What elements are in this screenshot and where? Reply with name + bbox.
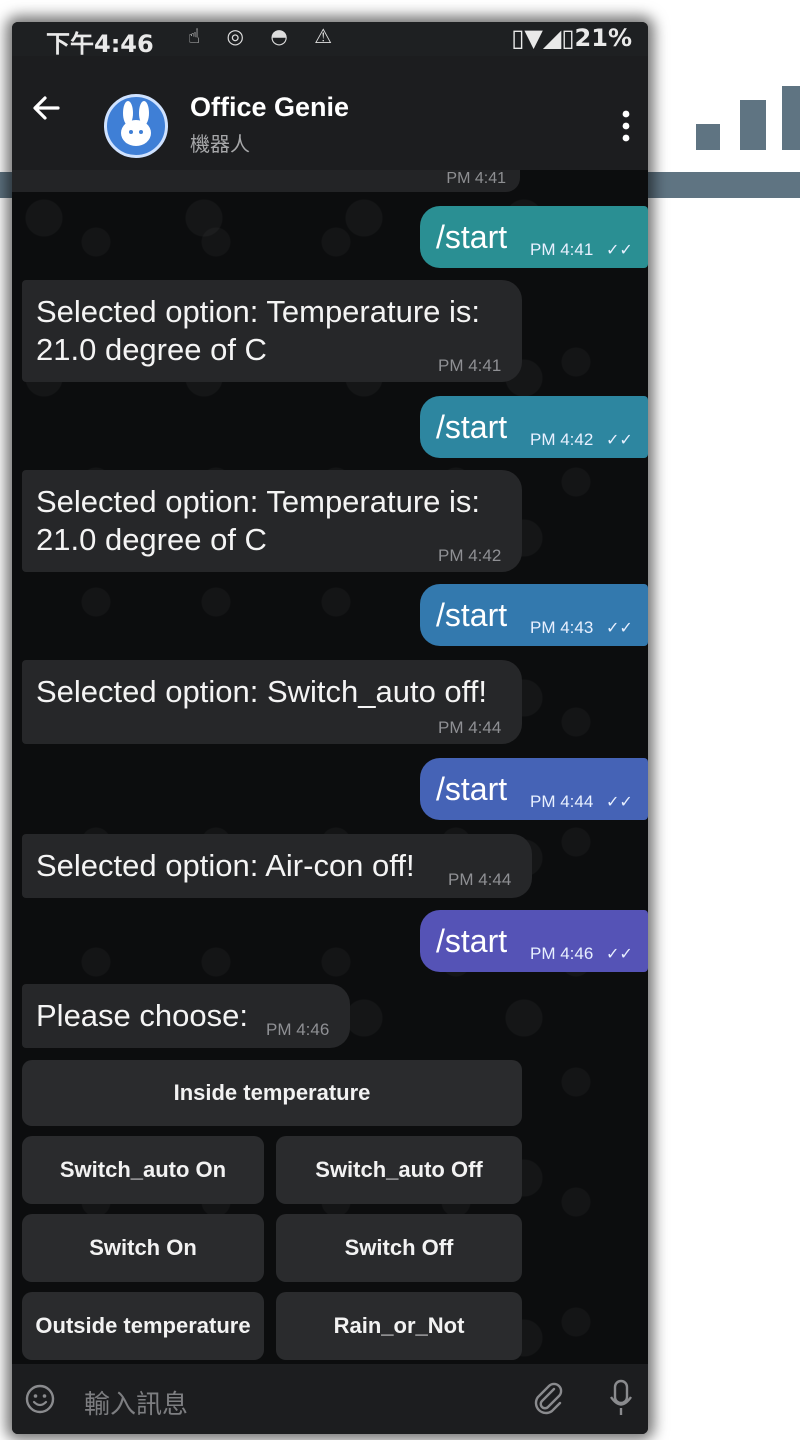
message-bubble-partial: PM 4:41 [12,170,520,192]
message-list[interactable]: PM 4:41 /start PM 4:41 ✓✓ Selected optio… [12,170,648,1364]
decorative-square [740,100,766,150]
message-time: PM 4:46 [530,944,594,963]
incoming-message[interactable]: Selected option: Switch_auto off! PM 4:4… [22,660,522,744]
battery-indicator: ▯▼◢▯21% [511,24,632,52]
message-time: PM 4:46 [266,1020,330,1039]
message-text: /start [436,771,508,807]
inline-button-outside-temperature[interactable]: Outside temperature [22,1292,264,1360]
message-text: /start [436,597,508,633]
outgoing-message[interactable]: /start PM 4:44 ✓✓ [420,758,648,820]
message-text-line: Selected option: Temperature is: [36,484,481,519]
status-time: 下午4:46 [46,30,154,58]
status-bar: 下午4:46 ☝ ◎ ◓ ⚠ ▯▼◢▯21% [12,22,648,58]
chat-title[interactable]: Office Genie [190,92,349,123]
back-arrow-icon[interactable] [30,92,62,124]
microphone-icon[interactable] [608,1378,634,1418]
message-text-line: 21.0 degree of C [36,332,267,367]
inline-button-switch-auto-on[interactable]: Switch_auto On [22,1136,264,1204]
read-receipt-icon: ✓✓ [606,242,633,259]
message-time: PM 4:41 [530,240,594,259]
notification-icons: ☝ ◎ ◓ ⚠ [188,24,343,48]
inline-button-switch-off[interactable]: Switch Off [276,1214,522,1282]
attach-icon[interactable] [530,1380,566,1416]
incoming-message[interactable]: Selected option: Temperature is: 21.0 de… [22,470,522,572]
message-time: PM 4:41 [446,170,506,187]
read-receipt-icon: ✓✓ [606,794,633,811]
message-time: PM 4:42 [530,430,594,449]
inline-button-inside-temperature[interactable]: Inside temperature [22,1060,522,1126]
message-input-bar: 輸入訊息 [12,1364,648,1434]
decorative-square [696,124,720,150]
inline-button-switch-auto-off[interactable]: Switch_auto Off [276,1136,522,1204]
message-text-line: Selected option: Air-con off! [36,848,415,883]
message-text-line: Please choose: [36,998,248,1033]
message-text-line: Selected option: Temperature is: [36,294,481,329]
outgoing-message[interactable]: /start PM 4:41 ✓✓ [420,206,648,268]
read-receipt-icon: ✓✓ [606,946,633,963]
incoming-message[interactable]: Selected option: Air-con off! PM 4:44 [22,834,532,898]
incoming-message[interactable]: Selected option: Temperature is: 21.0 de… [22,280,522,382]
message-time: PM 4:44 [448,870,512,889]
phone-screen: 下午4:46 ☝ ◎ ◓ ⚠ ▯▼◢▯21% Office Genie 機器人 … [12,22,648,1434]
message-text: /start [436,219,508,255]
chat-header: Office Genie 機器人 [12,56,648,170]
message-time: PM 4:44 [438,718,502,737]
message-time: PM 4:43 [530,618,594,637]
emoji-icon[interactable] [24,1383,56,1415]
message-time: PM 4:42 [438,546,502,565]
read-receipt-icon: ✓✓ [606,432,633,449]
decorative-square [782,86,800,150]
message-text-line: 21.0 degree of C [36,522,267,557]
read-receipt-icon: ✓✓ [606,620,633,637]
message-time: PM 4:44 [530,792,594,811]
inline-button-rain-or-not[interactable]: Rain_or_Not [276,1292,522,1360]
inline-button-switch-on[interactable]: Switch On [22,1214,264,1282]
outgoing-message[interactable]: /start PM 4:46 ✓✓ [420,910,648,972]
outgoing-message[interactable]: /start PM 4:42 ✓✓ [420,396,648,458]
chat-subtitle: 機器人 [190,132,250,156]
rabbit-icon [121,101,151,146]
more-options-icon[interactable] [620,108,632,144]
message-input[interactable]: 輸入訊息 [84,1384,188,1421]
incoming-message[interactable]: Please choose: PM 4:46 [22,984,350,1048]
message-text: /start [436,923,508,959]
message-time: PM 4:41 [438,356,502,375]
message-text-line: Selected option: Switch_auto off! [36,674,487,709]
outgoing-message[interactable]: /start PM 4:43 ✓✓ [420,584,648,646]
bot-avatar[interactable] [104,94,168,158]
message-text: /start [436,409,508,445]
